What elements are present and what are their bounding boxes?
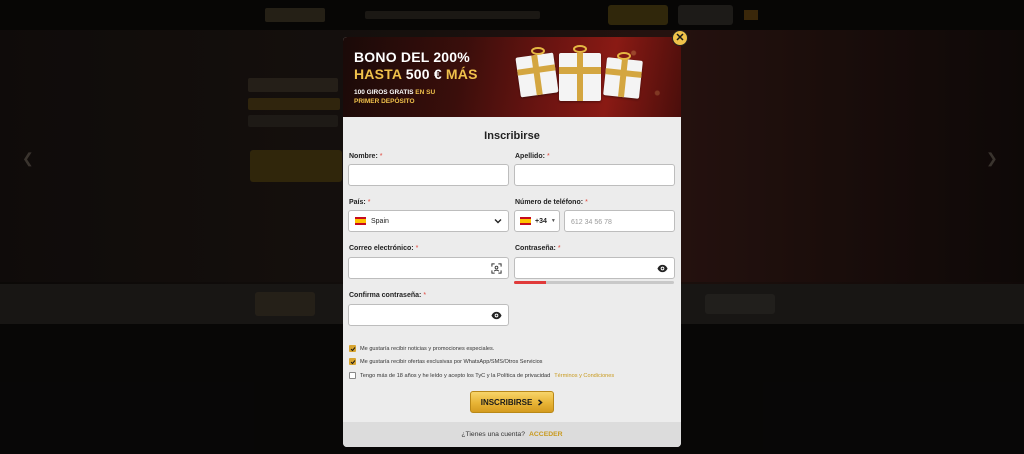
country-value: Spain <box>371 217 389 225</box>
confirm-password-label-text: Confirma contraseña: <box>349 292 422 299</box>
password-field[interactable] <box>514 257 675 280</box>
phone-code-value: +34 <box>535 217 547 225</box>
last-name-input[interactable] <box>515 166 674 187</box>
gift-bow-icon <box>573 45 587 53</box>
banner-title: BONO DEL 200% <box>354 49 470 65</box>
banner-bonus-amount: 500 € <box>405 66 442 82</box>
phone-input[interactable] <box>565 212 674 233</box>
country-select[interactable]: Spain <box>348 210 509 232</box>
terms-checkbox-label: Tengo más de 18 años y he leído y acepto… <box>360 372 551 379</box>
last-name-label-text: Apellido: <box>515 153 545 160</box>
close-icon[interactable]: ✕ <box>672 30 688 46</box>
first-name-input[interactable] <box>349 166 508 187</box>
gift-bow-icon <box>617 52 631 60</box>
login-prompt: ¿Tienes una cuenta? <box>461 431 525 438</box>
required-mark: * <box>423 292 427 299</box>
submit-label: INSCRIBIRSE <box>480 397 533 407</box>
confirm-password-input[interactable] <box>349 306 508 327</box>
banner-subtitle-prefix: HASTA <box>354 66 406 82</box>
required-mark: * <box>557 245 561 252</box>
caret-down-icon: ▼ <box>550 218 556 224</box>
email-label-text: Correo electrónico: <box>349 245 414 252</box>
confirm-password-label: Confirma contraseña: * <box>349 292 426 299</box>
login-link[interactable]: ACCEDER <box>529 431 563 438</box>
last-name-field[interactable] <box>514 164 675 187</box>
form-title: Inscribirse <box>484 130 540 142</box>
banner-free-spins-count: 100 GIROS GRATIS <box>354 89 414 96</box>
required-mark: * <box>367 199 371 206</box>
password-strength-fill <box>514 281 546 284</box>
whatsapp-offers-checkbox[interactable] <box>349 358 356 365</box>
login-footer: ¿Tienes una cuenta? ACCEDER <box>343 422 681 447</box>
confirm-password-field[interactable] <box>348 304 509 327</box>
checkmark-icon <box>350 346 355 351</box>
signup-modal: BONO DEL 200% HASTA 500 € MÁS 100 GIROS … <box>343 30 688 447</box>
banner-subtitle: HASTA 500 € MÁS <box>354 66 478 82</box>
banner-subtitle-suffix: MÁS <box>441 66 478 82</box>
newsletter-checkbox[interactable] <box>349 345 356 352</box>
banner-first-deposit: PRIMER DEPÓSITO <box>354 98 415 105</box>
last-name-label: Apellido: * <box>515 153 550 160</box>
password-input[interactable] <box>515 259 674 280</box>
email-field[interactable] <box>348 257 509 280</box>
autofill-scan-icon[interactable] <box>491 263 502 274</box>
signup-submit-button[interactable]: INSCRIBIRSE <box>470 391 554 413</box>
spain-flag-icon <box>520 217 531 225</box>
eye-icon[interactable] <box>657 263 668 274</box>
required-mark: * <box>415 245 419 252</box>
email-input[interactable] <box>349 259 508 280</box>
whatsapp-checkbox-row[interactable]: Me gustaría recibir ofertas exclusivas p… <box>349 358 542 365</box>
password-label: Contraseña: * <box>515 245 561 252</box>
whatsapp-checkbox-label: Me gustaría recibir ofertas exclusivas p… <box>360 358 543 365</box>
password-strength-meter <box>514 281 674 284</box>
terms-checkbox[interactable] <box>349 372 356 379</box>
eye-icon[interactable] <box>491 310 502 321</box>
required-mark: * <box>379 153 383 160</box>
gift-box-icon <box>559 53 601 101</box>
chevron-down-icon <box>494 219 502 224</box>
spain-flag-icon <box>355 217 366 225</box>
phone-field[interactable] <box>564 210 675 233</box>
country-label: País: * <box>349 199 370 206</box>
country-label-text: País: <box>349 199 366 206</box>
gift-box-icon <box>515 52 559 98</box>
password-label-text: Contraseña: <box>515 245 556 252</box>
newsletter-checkbox-row[interactable]: Me gustaría recibir noticias y promocion… <box>349 345 494 352</box>
gift-bow-icon <box>531 47 545 55</box>
bonus-banner: BONO DEL 200% HASTA 500 € MÁS 100 GIROS … <box>343 37 681 117</box>
first-name-field[interactable] <box>348 164 509 187</box>
checkmark-icon <box>350 359 355 364</box>
banner-free-spins-suffix: EN SU <box>413 89 436 96</box>
terms-checkbox-row[interactable]: Tengo más de 18 años y he leído y acepto… <box>349 372 614 379</box>
required-mark: * <box>546 153 550 160</box>
gift-box-icon <box>603 57 643 99</box>
first-name-label: Nombre: * <box>349 153 383 160</box>
terms-link[interactable]: Términos y Condiciones <box>554 373 614 379</box>
phone-label: Número de teléfono: * <box>515 199 588 206</box>
phone-label-text: Número de teléfono: <box>515 199 584 206</box>
newsletter-checkbox-label: Me gustaría recibir noticias y promocion… <box>360 345 495 352</box>
first-name-label-text: Nombre: <box>349 153 378 160</box>
banner-free-spins: 100 GIROS GRATIS EN SU <box>354 89 435 96</box>
required-mark: * <box>585 199 588 206</box>
email-label: Correo electrónico: * <box>349 245 418 252</box>
phone-code-select[interactable]: +34 ▼ <box>514 210 560 232</box>
chevron-right-icon <box>538 398 543 406</box>
